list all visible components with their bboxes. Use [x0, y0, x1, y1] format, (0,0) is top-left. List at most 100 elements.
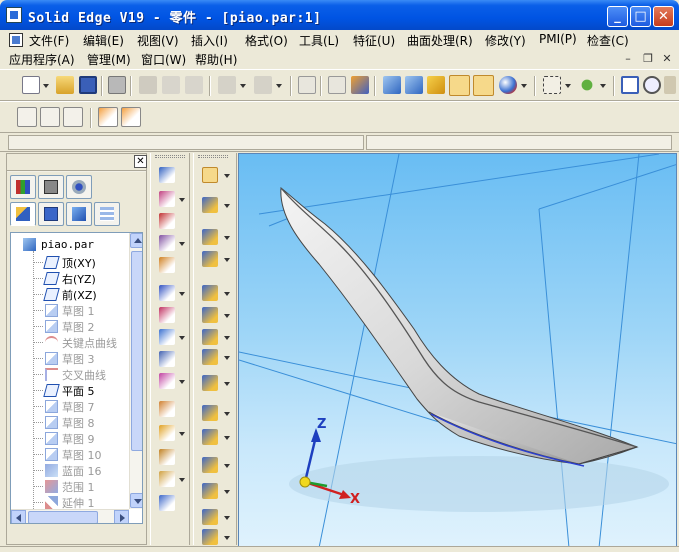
rib-icon[interactable] [159, 495, 175, 511]
doc-restore-button[interactable]: ❐ [641, 52, 655, 66]
menu-view[interactable]: 视图(V) [137, 32, 179, 49]
menu-help[interactable]: 帮助(H) [195, 51, 237, 68]
undo-dropdown-icon[interactable] [240, 84, 246, 88]
stitch-surface-icon[interactable] [202, 429, 218, 445]
scroll-up-arrow-icon[interactable] [130, 233, 142, 248]
tool-dropdown-icon[interactable] [179, 336, 185, 340]
menu-pmi[interactable]: PMI(P) [539, 32, 577, 46]
sketch-plane-icon[interactable] [202, 197, 218, 213]
menu-surfacing[interactable]: 曲面处理(R) [407, 32, 473, 49]
tab-feature-pathfinder[interactable] [10, 202, 36, 226]
tree-item[interactable]: 顶(XY) [11, 254, 129, 270]
hscroll-thumb[interactable] [28, 511, 98, 523]
revolve-surface-icon[interactable] [202, 251, 218, 267]
swept-cut-icon[interactable] [159, 351, 175, 367]
tool-dropdown-icon[interactable] [179, 432, 185, 436]
intersect-tool-icon[interactable] [202, 509, 218, 525]
menu-file[interactable]: 文件(F) [29, 32, 69, 49]
split-face-icon[interactable] [202, 457, 218, 473]
solid-edge-app-icon[interactable] [6, 7, 22, 23]
rotate-view-icon[interactable] [578, 76, 596, 94]
lofted-cut-icon[interactable] [159, 373, 175, 389]
open-folder-icon[interactable] [56, 76, 74, 94]
tree-item[interactable]: 蓝面 16 [11, 462, 129, 478]
minimize-button[interactable]: _ [607, 6, 628, 27]
select-filter-icon[interactable] [328, 76, 346, 94]
tool-dropdown-icon[interactable] [224, 174, 230, 178]
select-tool-icon[interactable] [98, 107, 118, 127]
rotate-dropdown-icon[interactable] [600, 84, 606, 88]
tab-settings[interactable] [66, 175, 92, 199]
print-icon[interactable] [108, 76, 126, 94]
scroll-right-arrow-icon[interactable] [114, 510, 129, 523]
copy-surface-icon[interactable] [202, 349, 218, 365]
menu-feature[interactable]: 特征(U) [353, 32, 395, 49]
redo-dropdown-icon[interactable] [276, 84, 282, 88]
tool-dropdown-icon[interactable] [224, 412, 230, 416]
tab-family-of-parts[interactable] [66, 202, 92, 226]
tree-item[interactable]: 草图 1 [11, 302, 129, 318]
tool-dropdown-icon[interactable] [224, 490, 230, 494]
menu-format[interactable]: 格式(O) [245, 32, 288, 49]
view-trimetric-icon[interactable] [427, 76, 445, 94]
render-dropdown-icon[interactable] [521, 84, 527, 88]
cut-icon[interactable] [139, 76, 157, 94]
menu-inspect[interactable]: 检查(C) [587, 32, 629, 49]
tool-dropdown-icon[interactable] [224, 336, 230, 340]
assembly-tool-icon[interactable] [121, 107, 141, 127]
tool-dropdown-icon[interactable] [224, 314, 230, 318]
tool-dropdown-icon[interactable] [224, 436, 230, 440]
select-arrow-icon[interactable] [202, 167, 218, 183]
scroll-left-arrow-icon[interactable] [11, 510, 26, 523]
view-iso-icon[interactable] [383, 76, 401, 94]
menu-edit[interactable]: 编辑(E) [83, 32, 124, 49]
new-dropdown-icon[interactable] [43, 84, 49, 88]
sweep-icon[interactable] [159, 213, 175, 229]
revolve-icon[interactable] [159, 191, 175, 207]
tree-item[interactable]: 范围 1 [11, 478, 129, 494]
view-dimetric-icon[interactable] [405, 76, 423, 94]
tree-item[interactable]: 草图 7 [11, 398, 129, 414]
panel-close-button[interactable]: ✕ [134, 155, 147, 168]
hole-icon[interactable] [159, 285, 175, 301]
extrude-surface-icon[interactable] [202, 229, 218, 245]
bluesurf-tool-icon[interactable] [202, 285, 218, 301]
tool-dropdown-icon[interactable] [179, 242, 185, 246]
tree-item[interactable]: 草图 2 [11, 318, 129, 334]
tool-dropdown-icon[interactable] [224, 236, 230, 240]
menu-window[interactable]: 窗口(W) [141, 51, 186, 68]
component-icon[interactable] [351, 76, 369, 94]
tool-dropdown-icon[interactable] [179, 478, 185, 482]
tab-part-library[interactable] [38, 175, 64, 199]
helix-icon[interactable] [159, 257, 175, 273]
tool-dropdown-icon[interactable] [224, 516, 230, 520]
menu-applications[interactable]: 应用程序(A) [9, 51, 75, 68]
shaded-edges-view-icon[interactable] [473, 75, 494, 96]
tree-item[interactable]: 延伸 1 [11, 494, 129, 510]
graphics-viewport[interactable]: Z X [238, 153, 677, 547]
draft-icon[interactable] [159, 449, 175, 465]
new-document-icon[interactable] [22, 76, 40, 94]
shaded-view-icon[interactable] [449, 75, 470, 96]
doc-close-button[interactable]: ✕ [660, 52, 674, 66]
pan-icon[interactable] [664, 76, 676, 94]
paste-special-icon[interactable] [298, 76, 316, 94]
menu-modify[interactable]: 修改(Y) [485, 32, 526, 49]
extrude-icon[interactable] [159, 167, 175, 183]
tree-item[interactable]: 交叉曲线 [11, 366, 129, 382]
trim-surface-icon[interactable] [202, 405, 218, 421]
tree-item[interactable]: 草图 10 [11, 446, 129, 462]
tool-dropdown-icon[interactable] [224, 464, 230, 468]
menu-insert[interactable]: 插入(I) [191, 32, 228, 49]
tree-vertical-scrollbar[interactable] [129, 233, 142, 509]
loft-icon[interactable] [159, 235, 175, 251]
tool-dropdown-icon[interactable] [179, 292, 185, 296]
tree-item[interactable]: 草图 8 [11, 414, 129, 430]
tree-item[interactable]: 草图 9 [11, 430, 129, 446]
cutout-icon[interactable] [159, 307, 175, 323]
render-sphere-icon[interactable] [499, 76, 517, 94]
tool-dropdown-icon[interactable] [224, 536, 230, 540]
save-icon[interactable] [79, 76, 97, 94]
tool-dropdown-icon[interactable] [224, 356, 230, 360]
curve-tool-icon[interactable] [202, 529, 218, 545]
